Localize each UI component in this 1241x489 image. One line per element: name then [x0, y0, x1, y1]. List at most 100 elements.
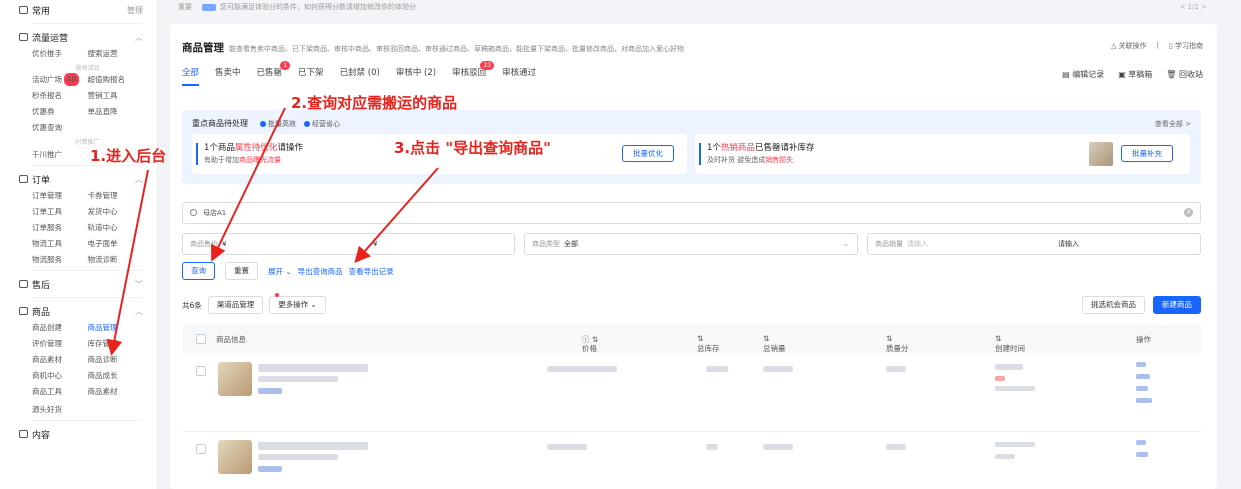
- row-checkbox[interactable]: [196, 444, 206, 454]
- sidebar-item-goods-create[interactable]: 商品创建: [32, 321, 88, 334]
- redacted-action: [1136, 440, 1146, 445]
- sidebar-item-seckill[interactable]: 秒杀报名: [32, 89, 88, 102]
- product-image: [218, 362, 252, 396]
- sidebar-item-shipping[interactable]: 发货中心: [88, 205, 144, 218]
- row-checkbox[interactable]: [196, 366, 206, 376]
- tab-tools: ▤ 编辑记录 ▣ 草稿箱 🗑 回收站: [1062, 69, 1203, 80]
- col-stock[interactable]: 总库存 ⇅: [697, 334, 720, 353]
- sidebar-item-logistics-diag[interactable]: 物流诊断: [88, 253, 144, 266]
- tab-banned[interactable]: 已封禁 (0): [340, 66, 380, 86]
- tab-on-sale[interactable]: 售卖中: [215, 66, 241, 86]
- status-tabs: 全部 售卖中 已售罄 1 已下架 已封禁 (0) 审核中 (2) 审核驳回 23 审…: [182, 61, 536, 86]
- chevron-up-icon: ︿: [135, 32, 143, 42]
- sidebar-item-track[interactable]: 轨道中心: [88, 221, 144, 234]
- sidebar-item-discount-query[interactable]: 优惠查询: [32, 121, 88, 134]
- redacted-text: [258, 442, 368, 450]
- col-price[interactable]: 价格 ⓘ ⇅: [582, 334, 598, 353]
- sidebar-item-activity[interactable]: 活动广场 AB: [32, 73, 88, 86]
- tab-all[interactable]: 全部: [182, 66, 200, 86]
- sidebar-section-aftersale[interactable]: 售后 ﹀: [19, 274, 143, 294]
- channel-manage-button[interactable]: 渠道品管理: [207, 296, 264, 314]
- guide-link[interactable]: ▯ 学习指南: [1169, 41, 1203, 51]
- reset-button[interactable]: 重置: [225, 262, 258, 280]
- content-icon: [19, 430, 28, 438]
- sidebar-item-marketing-tools[interactable]: 营销工具: [88, 89, 144, 102]
- tab-rejected[interactable]: 审核驳回 23: [452, 61, 495, 86]
- redacted-link: [258, 388, 282, 394]
- search-input[interactable]: 母店A1 ×: [182, 202, 1201, 224]
- sidebar-item-growth[interactable]: 商品成长: [88, 369, 144, 382]
- export-log-link[interactable]: 查看导出记录: [349, 266, 394, 277]
- table-row[interactable]: [182, 354, 1201, 432]
- table-row[interactable]: [182, 432, 1201, 489]
- sidebar-item-material[interactable]: 商品素材: [32, 353, 88, 366]
- redacted-quality: [886, 444, 906, 450]
- sidebar-item-goods-manage[interactable]: 商品管理: [88, 321, 144, 334]
- related-ops-link[interactable]: △ 关联操作: [1111, 41, 1147, 51]
- grid-icon: [19, 6, 28, 14]
- sidebar-item-order-service[interactable]: 订单服务: [32, 221, 88, 234]
- sidebar-section-orders[interactable]: 订单 ︿: [19, 169, 143, 189]
- sidebar-section-common[interactable]: 常用 管理: [19, 0, 143, 20]
- redacted-quality: [886, 366, 906, 372]
- sidebar-item-logistics-tools[interactable]: 物流工具: [32, 237, 88, 250]
- tab-delisted[interactable]: 已下架: [298, 66, 324, 86]
- batch-restock-button[interactable]: 批量补充: [1121, 145, 1173, 162]
- tab-approved[interactable]: 审核通过: [502, 66, 536, 86]
- sidebar-item-chaozhigou[interactable]: 超值购报名: [88, 73, 144, 86]
- col-created[interactable]: 创建时间 ⇅: [995, 334, 1025, 353]
- tab-reviewing[interactable]: 审核中 (2): [396, 66, 436, 86]
- sidebar-item-card-manage[interactable]: 卡券管理: [88, 189, 144, 202]
- sidebar-item-opportunity[interactable]: 商机中心: [32, 369, 88, 382]
- sidebar-item-youjia[interactable]: 优价推手: [32, 47, 88, 60]
- redacted-sales: [763, 366, 793, 372]
- sidebar-item-coupon[interactable]: 优惠券: [32, 105, 88, 118]
- create-goods-button[interactable]: 新建商品: [1153, 296, 1201, 314]
- batch-optimize-button[interactable]: 批量优化: [622, 145, 674, 162]
- sidebar-item-direct-discount[interactable]: 单品直降: [88, 105, 144, 118]
- pick-opportunity-button[interactable]: 挑选机会商品: [1082, 296, 1145, 314]
- manage-link[interactable]: 管理: [127, 5, 143, 16]
- sidebar-item-order-tools[interactable]: 订单工具: [32, 205, 88, 218]
- sidebar-section-goods[interactable]: 商品 ︿: [19, 301, 143, 321]
- recycle-bin-link[interactable]: 🗑 回收站: [1166, 69, 1203, 80]
- edit-log-link[interactable]: ▤ 编辑记录: [1062, 69, 1104, 80]
- notice-link[interactable]: 您可能满足体验分的条件，如何获得分数请增加修改你的体验分: [220, 2, 416, 12]
- select-all-checkbox[interactable]: [196, 334, 206, 344]
- redacted-action: [1136, 362, 1146, 367]
- col-sales[interactable]: 总销量 ⇅: [763, 334, 786, 353]
- sidebar-item-diagnose[interactable]: 商品诊断: [88, 353, 144, 366]
- goods-type-select[interactable]: 商品类型 全部 ⌄: [524, 233, 858, 255]
- price-range-field[interactable]: 商品售价 ¥ ¥: [182, 233, 515, 255]
- sidebar-section-traffic[interactable]: 流量运营 ︿: [19, 27, 143, 47]
- sidebar-item-search-ops[interactable]: 搜索运营: [88, 47, 144, 60]
- drafts-link[interactable]: ▣ 草稿箱: [1118, 69, 1152, 80]
- redacted-sales: [763, 444, 793, 450]
- clear-icon[interactable]: ×: [1184, 208, 1193, 217]
- chevron-up-icon: ︿: [135, 306, 143, 316]
- sidebar-item-order-manage[interactable]: 订单管理: [32, 189, 88, 202]
- count-badge: 1: [280, 61, 291, 70]
- query-button[interactable]: 查询: [182, 262, 215, 280]
- product-thumbnail: [1089, 142, 1113, 166]
- sidebar-item-goods-tools[interactable]: 商品工具: [32, 385, 88, 398]
- sidebar-item-logistics-service[interactable]: 物流服务: [32, 253, 88, 266]
- sidebar-item-source[interactable]: 源头好货: [32, 402, 143, 417]
- table-toolbar: 共6条 渠道品管理 更多操作 ⌄ 挑选机会商品 新建商品: [182, 293, 1201, 314]
- export-query-goods-link[interactable]: 导出查询商品: [298, 266, 343, 277]
- sidebar-item-review[interactable]: 评价管理: [32, 337, 88, 350]
- view-all-link[interactable]: 查看全部 >: [1155, 119, 1191, 129]
- sidebar-section-content[interactable]: 内容: [19, 424, 143, 444]
- col-quality[interactable]: 质量分 ⇅: [886, 334, 909, 353]
- sidebar-item-stock[interactable]: 库存管理: [88, 337, 144, 350]
- more-actions-button[interactable]: 更多操作 ⌄: [269, 296, 326, 314]
- sidebar-item-goods-material[interactable]: 商品素材: [88, 385, 144, 398]
- count-badge: 23: [480, 61, 495, 70]
- notice-pager[interactable]: < 1/2 >: [1180, 3, 1207, 11]
- annotation-step1: 1.进入后台: [90, 147, 167, 165]
- sales-range-field[interactable]: 商品销量 请输入 请输入: [867, 233, 1201, 255]
- sidebar-item-e-waybill[interactable]: 电子面单: [88, 237, 144, 250]
- tab-sold-out[interactable]: 已售罄 1: [257, 61, 291, 86]
- expand-link[interactable]: 展开 ⌄: [268, 266, 292, 277]
- header-links: △ 关联操作 | ▯ 学习指南: [1111, 41, 1203, 51]
